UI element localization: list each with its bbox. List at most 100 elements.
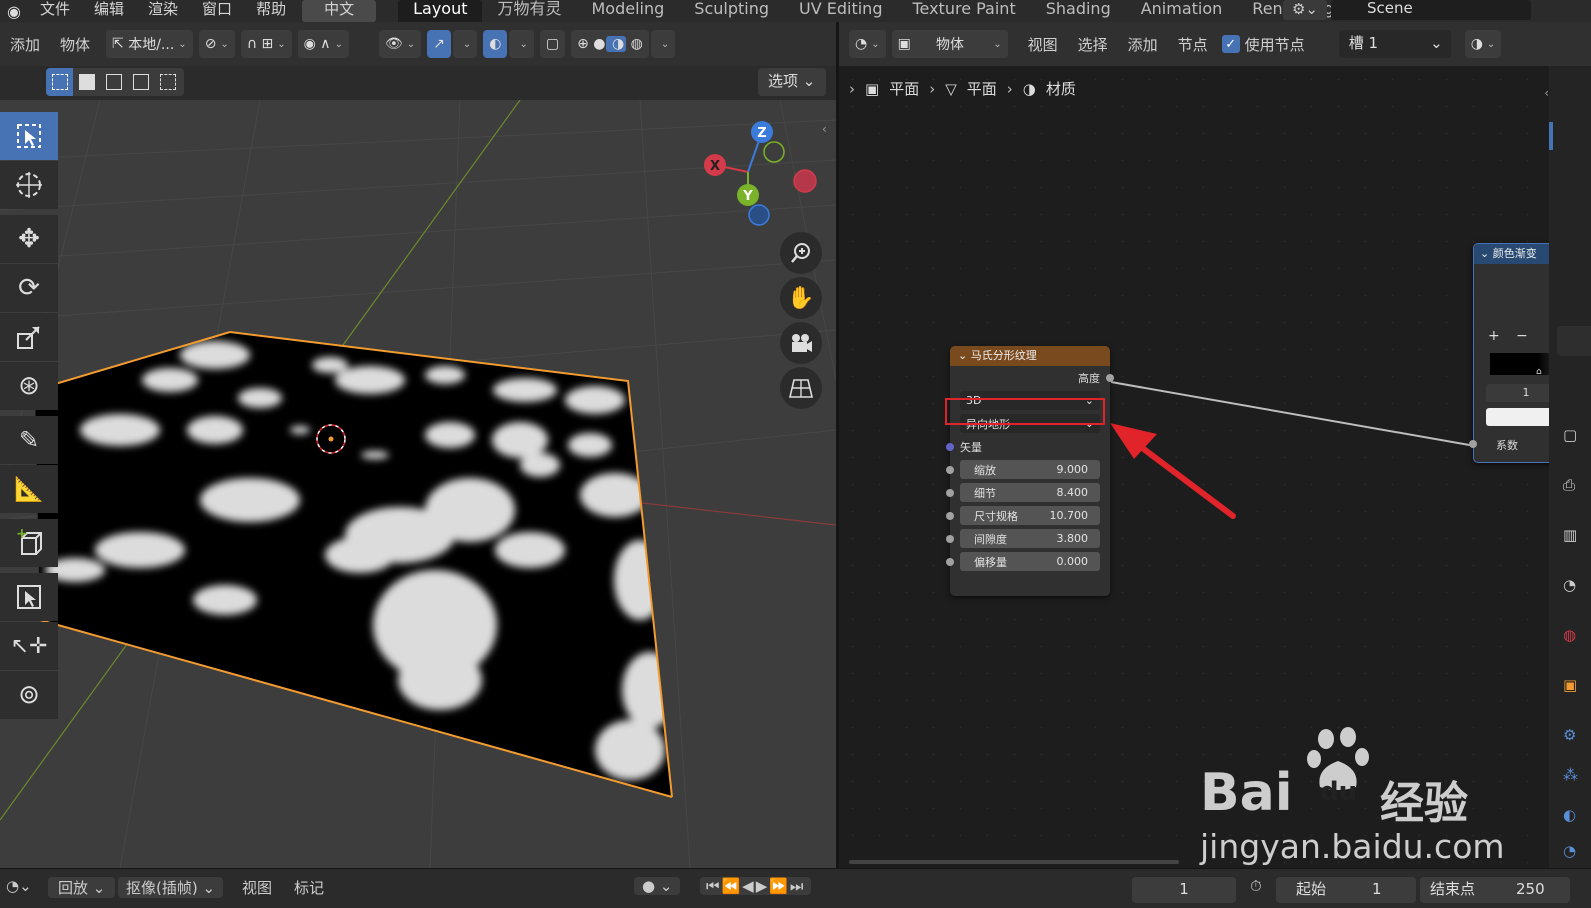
output-properties-icon[interactable]: ⎙ [1563, 476, 1575, 494]
sidebar-toggle-icon[interactable]: ‹ [822, 122, 827, 136]
dimension-socket[interactable] [946, 512, 954, 520]
edit-tool[interactable] [0, 573, 58, 621]
node-select-menu[interactable]: 选择 [1068, 34, 1118, 55]
world-properties-icon[interactable]: ◍ [1563, 626, 1576, 644]
node-header[interactable]: ⌄ 马氏分形纹理 [950, 346, 1110, 366]
proportional-edit-toggle[interactable]: ◉ ∧ ⌄ [297, 30, 349, 58]
viewport-object-menu[interactable]: 物体 [50, 34, 100, 55]
remove-stop-button[interactable]: − [1516, 328, 1528, 344]
viewport-add-menu[interactable]: 添加 [0, 34, 50, 55]
move-tool[interactable]: ✥ [0, 215, 58, 263]
tab-sculpting[interactable]: Sculpting [679, 0, 784, 22]
tab-uv-editing[interactable]: UV Editing [784, 0, 897, 22]
navigation-gizmo[interactable]: Z X Y [700, 115, 830, 230]
tab-shading[interactable]: Shading [1031, 0, 1126, 22]
stopwatch-icon[interactable]: ⏱ [1250, 877, 1262, 895]
hand-pan-icon[interactable]: ✋ [780, 277, 822, 319]
rendered-shading-icon[interactable]: ◍ [626, 36, 643, 52]
node-canvas[interactable]: › ▣ 平面 › ▽ 平面 › ◑ 材质 ‹ ⌄ 马氏分形纹理 高度 3D ⌄ 异向地形… [839, 66, 1549, 868]
select-invert-icon[interactable] [127, 68, 154, 96]
properties-panel-peek[interactable] [1557, 326, 1591, 356]
stop-color-swatch[interactable] [1486, 408, 1549, 426]
shading-dropdown[interactable]: ⌄ [650, 30, 676, 58]
select-move-tool[interactable]: ↖✛ [0, 622, 58, 670]
node-view-menu[interactable]: 视图 [1018, 34, 1068, 55]
annotate-tool[interactable]: ✎ [0, 416, 58, 464]
collapse-icon[interactable]: ⌄ [958, 349, 971, 362]
language-button[interactable]: 中文 [302, 0, 377, 22]
auto-keying-toggle[interactable]: ● ⌄ [634, 877, 681, 895]
viewport-options-button[interactable]: 选项 ⌄ [758, 68, 826, 96]
detail-socket[interactable] [946, 489, 954, 497]
material-slot-dropdown[interactable]: 槽 1 ⌄ [1338, 30, 1451, 58]
rotate-tool[interactable]: ⟳ [0, 264, 58, 312]
tab-animation[interactable]: Animation [1126, 0, 1238, 22]
ramp-stop-handle-icon[interactable]: ⌂ [1536, 367, 1542, 377]
zoom-icon[interactable] [780, 232, 822, 274]
output-height-socket[interactable] [1106, 374, 1114, 382]
lacunarity-field[interactable]: 间隙度 3.800 [960, 529, 1100, 548]
scale-field[interactable]: 缩放 9.000 [960, 460, 1100, 479]
current-frame-field[interactable]: 1 [1132, 877, 1236, 903]
view-layer-icon[interactable]: ▥ [1563, 526, 1577, 544]
node-add-menu[interactable]: 添加 [1118, 34, 1168, 55]
musgrave-texture-node[interactable]: ⌄ 马氏分形纹理 高度 3D ⌄ 异向地形 ⌄ 矢量 缩放 9.000 细节 8.400… [946, 346, 1114, 596]
node-node-menu[interactable]: 节点 [1168, 34, 1218, 55]
dimension-field[interactable]: 尺寸规格 10.700 [960, 506, 1100, 525]
menu-help[interactable]: 帮助 [244, 0, 298, 22]
overlay-dropdown[interactable]: ⌄ [509, 30, 534, 58]
keying-menu[interactable]: 抠像(插帧) ⌄ [118, 877, 224, 898]
transform-tool[interactable]: ⊛ [0, 362, 58, 410]
scale-socket[interactable] [946, 466, 954, 474]
select-extend-icon[interactable] [73, 68, 100, 96]
object-properties-icon[interactable]: ▣ [1563, 676, 1577, 694]
physics-properties-icon[interactable]: ◐ [1563, 806, 1576, 824]
factor-input-socket[interactable] [1469, 440, 1477, 448]
3d-viewport[interactable]: Z X Y ‹ ✋ [0, 100, 836, 868]
render-properties-icon[interactable]: ▢ [1563, 426, 1577, 444]
tab-texture-paint[interactable]: Texture Paint [897, 0, 1030, 22]
constraints-properties-icon[interactable]: ◔ [1563, 842, 1576, 860]
detail-field[interactable]: 细节 8.400 [960, 483, 1100, 502]
select-intersect-icon[interactable] [154, 68, 181, 96]
scene-properties-icon[interactable]: ◔ [1563, 576, 1576, 594]
select-subtract-icon[interactable] [100, 68, 127, 96]
select-new-icon[interactable] [46, 68, 73, 96]
stop-index-field[interactable]: 1 [1486, 384, 1549, 402]
solid-shading-icon[interactable]: ● [589, 36, 605, 52]
tab-layout[interactable]: Layout [398, 0, 483, 22]
scene-name-field[interactable]: Scene [1331, 0, 1531, 20]
blender-logo-icon[interactable]: ◉ [0, 0, 28, 22]
shader-type-dropdown[interactable]: ▣ 物体 ⌄ [891, 30, 1008, 58]
tab-wanwuyouling[interactable]: 万物有灵 [482, 0, 576, 22]
menu-render[interactable]: 渲染 [136, 0, 190, 22]
tab-modeling[interactable]: Modeling [577, 0, 680, 22]
particles-properties-icon[interactable]: ⁂ [1563, 766, 1578, 784]
material-preview-icon[interactable]: ◑ [605, 36, 627, 52]
use-nodes-checkbox[interactable]: ✓ 使用节点 [1221, 34, 1305, 55]
menu-edit[interactable]: 编辑 [82, 0, 136, 22]
timeline-marker-menu[interactable]: 标记 [294, 877, 324, 898]
cursor-tool[interactable] [0, 161, 58, 209]
lacunarity-socket[interactable] [946, 535, 954, 543]
playback-controls[interactable]: ⏮⏪◀▶⏩⏭ [700, 877, 812, 895]
pivot-point-dropdown[interactable]: ⊘ ⌄ [198, 30, 235, 58]
snap-toggle[interactable]: ∩ ⊞ ⌄ [240, 30, 292, 58]
select-box-tool[interactable] [0, 112, 58, 160]
gizmo-dropdown[interactable]: ⌄ [452, 30, 478, 58]
overlay-toggle[interactable]: ◐ [483, 30, 508, 58]
start-frame-field[interactable]: 起始 1 [1276, 877, 1416, 903]
transform-orbit-tool[interactable]: ⊚ [0, 671, 58, 719]
node-editor-scrollbar[interactable] [849, 860, 1179, 864]
visibility-dropdown[interactable]: 👁 ⌄ [378, 30, 422, 58]
wireframe-shading-icon[interactable]: ⊕ [577, 36, 589, 52]
timeline-view-menu[interactable]: 视图 [242, 877, 272, 898]
node-header[interactable]: ⌄ 颜色渐变 [1474, 244, 1549, 264]
xray-toggle[interactable]: ▢ [539, 30, 566, 58]
end-frame-field[interactable]: 结束点 250 [1420, 877, 1570, 903]
add-cube-tool[interactable]: + [0, 519, 58, 567]
vector-input-socket[interactable] [946, 443, 954, 451]
timeline-editor-icon[interactable]: ◔⌄ [6, 877, 32, 895]
editor-type-dropdown[interactable]: ◔ ⌄ [849, 30, 886, 58]
offset-field[interactable]: 偏移量 0.000 [960, 552, 1100, 571]
